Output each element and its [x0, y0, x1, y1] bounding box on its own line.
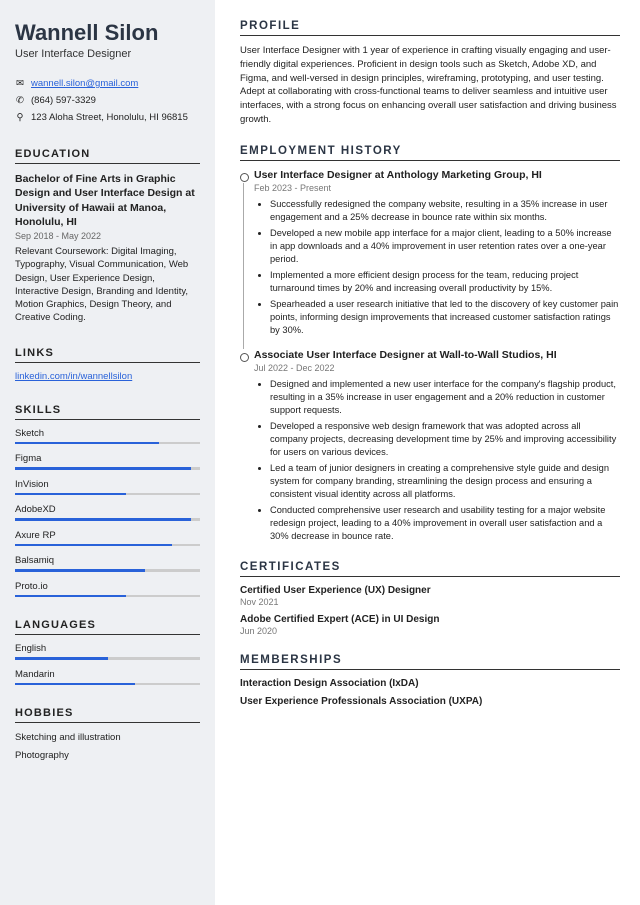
skill-name: Axure RP [15, 530, 200, 541]
memberships-section: MEMBERSHIPS Interaction Design Associati… [240, 654, 620, 707]
job-title: User Interface Designer at Anthology Mar… [254, 169, 620, 181]
email-icon: ✉ [15, 75, 25, 92]
person-name: Wannell Silon [15, 20, 200, 46]
skill-bar [15, 518, 200, 521]
certificate-date: Jun 2020 [240, 626, 620, 636]
profile-section: PROFILE User Interface Designer with 1 y… [240, 20, 620, 127]
skill-item: Figma [15, 453, 200, 470]
certificate-date: Nov 2021 [240, 597, 620, 607]
job-title: Associate User Interface Designer at Wal… [254, 349, 620, 361]
skill-bar [15, 657, 200, 660]
certificate-title: Certified User Experience (UX) Designer [240, 585, 620, 596]
job-dates: Jul 2022 - Dec 2022 [254, 363, 620, 373]
skill-item: AdobeXD [15, 504, 200, 521]
membership-item: User Experience Professionals Associatio… [240, 696, 620, 707]
hobby-item: Sketching and illustration [15, 731, 200, 744]
section-heading: SKILLS [15, 404, 200, 420]
job-entry: Associate User Interface Designer at Wal… [240, 349, 620, 543]
skill-item: InVision [15, 479, 200, 496]
skill-item: Axure RP [15, 530, 200, 547]
section-heading: HOBBIES [15, 707, 200, 723]
hobby-item: Photography [15, 749, 200, 762]
skill-name: Balsamiq [15, 555, 200, 566]
section-heading: EDUCATION [15, 148, 200, 164]
job-bullet: Conducted comprehensive user research an… [270, 504, 620, 543]
location-icon: ⚲ [15, 109, 25, 126]
skill-bar [15, 595, 200, 598]
job-bullet: Designed and implemented a new user inte… [270, 378, 620, 417]
employment-section: EMPLOYMENT HISTORY User Interface Design… [240, 145, 620, 543]
main-content: PROFILE User Interface Designer with 1 y… [215, 0, 640, 905]
education-dates: Sep 2018 - May 2022 [15, 231, 200, 241]
job-title: User Interface Designer [15, 48, 200, 60]
profile-text: User Interface Designer with 1 year of e… [240, 44, 620, 127]
phone-icon: ✆ [15, 92, 25, 109]
sidebar: Wannell Silon User Interface Designer ✉ w… [0, 0, 215, 905]
skill-bar [15, 467, 200, 470]
section-heading: EMPLOYMENT HISTORY [240, 145, 620, 161]
skill-item: Proto.io [15, 581, 200, 598]
job-bullet: Developed a new mobile app interface for… [270, 227, 620, 266]
skill-name: Mandarin [15, 669, 200, 680]
skill-bar [15, 569, 200, 572]
certificate-item: Adobe Certified Expert (ACE) in UI Desig… [240, 614, 620, 636]
section-heading: LANGUAGES [15, 619, 200, 635]
language-item: English [15, 643, 200, 660]
job-bullet: Led a team of junior designers in creati… [270, 462, 620, 501]
hobbies-section: HOBBIES Sketching and illustration Photog… [15, 707, 200, 762]
phone-text: (864) 597-3329 [31, 92, 96, 109]
job-bullet: Spearheaded a user research initiative t… [270, 298, 620, 337]
skill-bar [15, 442, 200, 445]
skill-bar [15, 544, 200, 547]
contact-block: ✉ wannell.silon@gmail.com ✆ (864) 597-3329… [15, 75, 200, 126]
skill-name: Sketch [15, 428, 200, 439]
section-heading: LINKS [15, 347, 200, 363]
skill-name: Figma [15, 453, 200, 464]
skill-name: English [15, 643, 200, 654]
job-bullet: Developed a responsive web design framew… [270, 420, 620, 459]
address-text: 123 Aloha Street, Honolulu, HI 96815 [31, 109, 188, 126]
skill-item: Sketch [15, 428, 200, 445]
job-dates: Feb 2023 - Present [254, 183, 620, 193]
membership-item: Interaction Design Association (IxDA) [240, 678, 620, 689]
skill-name: InVision [15, 479, 200, 490]
links-section: LINKS linkedin.com/in/wannellsilon [15, 347, 200, 382]
email-link[interactable]: wannell.silon@gmail.com [31, 75, 138, 92]
job-bullet: Successfully redesigned the company webs… [270, 198, 620, 224]
skill-item: Balsamiq [15, 555, 200, 572]
skill-bar [15, 683, 200, 686]
section-heading: MEMBERSHIPS [240, 654, 620, 670]
section-heading: CERTIFICATES [240, 561, 620, 577]
section-heading: PROFILE [240, 20, 620, 36]
degree-title: Bachelor of Fine Arts in Graphic Design … [15, 172, 200, 229]
certificate-title: Adobe Certified Expert (ACE) in UI Desig… [240, 614, 620, 625]
languages-section: LANGUAGES English Mandarin [15, 619, 200, 685]
job-bullets: Successfully redesigned the company webs… [254, 198, 620, 337]
skill-name: Proto.io [15, 581, 200, 592]
job-bullets: Designed and implemented a new user inte… [254, 378, 620, 543]
job-entry: User Interface Designer at Anthology Mar… [240, 169, 620, 337]
language-item: Mandarin [15, 669, 200, 686]
skill-bar [15, 493, 200, 496]
linkedin-link[interactable]: linkedin.com/in/wannellsilon [15, 371, 132, 382]
certificate-item: Certified User Experience (UX) Designer … [240, 585, 620, 607]
coursework-text: Relevant Coursework: Digital Imaging, Ty… [15, 245, 200, 325]
certificates-section: CERTIFICATES Certified User Experience (… [240, 561, 620, 636]
education-section: EDUCATION Bachelor of Fine Arts in Graph… [15, 148, 200, 324]
skills-section: SKILLS Sketch Figma InVision AdobeXD Axu… [15, 404, 200, 598]
skill-name: AdobeXD [15, 504, 200, 515]
job-bullet: Implemented a more efficient design proc… [270, 269, 620, 295]
